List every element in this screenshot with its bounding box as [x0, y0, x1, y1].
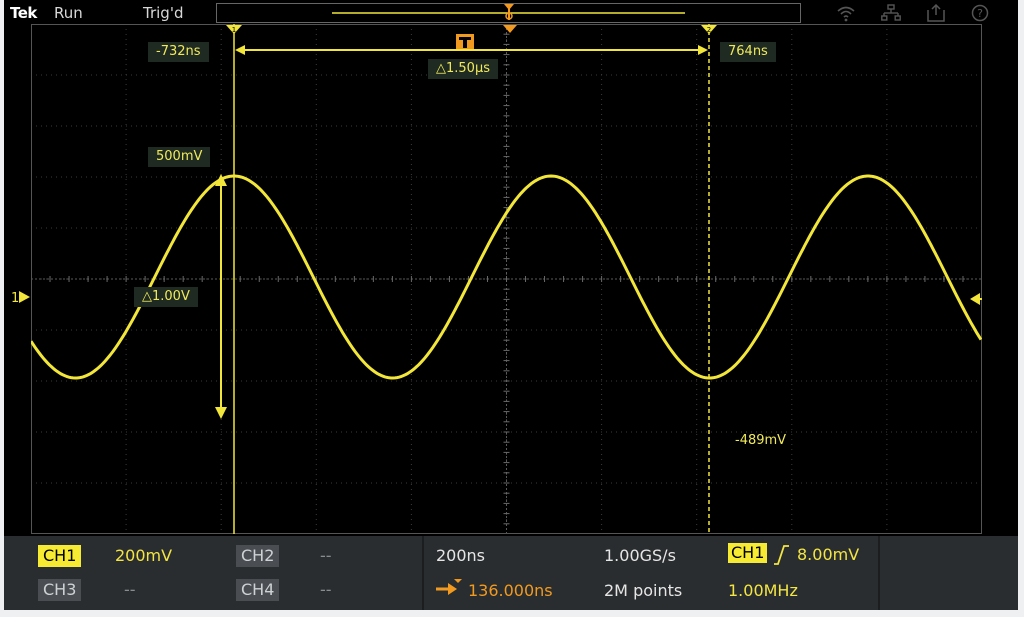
ch1-offset-marker[interactable]: 1 [7, 289, 31, 305]
ch3-badge[interactable]: CH3 [38, 579, 82, 601]
panel-divider [422, 536, 424, 610]
graticule[interactable]: 1 2 [31, 24, 982, 534]
horizontal-scale[interactable]: 200ns [436, 546, 485, 566]
wifi-icon[interactable] [836, 4, 856, 22]
help-icon[interactable]: ? [970, 4, 990, 22]
record-length[interactable]: 2M points [604, 581, 682, 601]
run-state[interactable]: Run [54, 0, 83, 26]
min-level-readout: -489mV [735, 433, 787, 448]
sample-rate[interactable]: 1.00GS/s [604, 546, 676, 566]
cursor1-time-readout: -732ns [148, 42, 209, 62]
trigger-time-icon [456, 34, 474, 49]
network-icon[interactable] [881, 4, 901, 22]
trigger-state: Trig'd [143, 4, 184, 22]
export-icon[interactable] [926, 4, 946, 22]
ch1-scale[interactable]: 200mV [115, 546, 172, 566]
panel-divider [878, 536, 880, 610]
delta-time-readout: △1.50µs [428, 59, 498, 79]
position-arrow-icon [436, 579, 462, 595]
horizontal-position[interactable]: 136.000ns [468, 581, 553, 601]
ch2-badge[interactable]: CH2 [236, 545, 280, 567]
trigger-level[interactable]: 8.00mV [797, 545, 859, 565]
delta-voltage-readout: △1.00V [134, 287, 198, 307]
trigger-position-icon [504, 4, 514, 20]
ch4-value: -- [320, 580, 332, 599]
trigger-point-marker [503, 25, 517, 33]
trigger-frequency: 1.00MHz [728, 581, 798, 600]
ch3-value: -- [124, 580, 136, 599]
top-level-readout: 500mV [148, 147, 211, 167]
ch2-value: -- [320, 546, 332, 565]
record-view-bar[interactable] [216, 3, 801, 23]
settings-panel: CH1 200mV CH2 -- CH3 -- CH4 -- 200ns 1.0… [4, 536, 1018, 610]
cursor1-number: 1 [232, 26, 236, 34]
rising-edge-icon [774, 545, 789, 565]
ch1-badge[interactable]: CH1 [38, 545, 82, 567]
grid-lines [31, 24, 982, 534]
cursor2-number: 2 [707, 26, 711, 34]
ch4-badge[interactable]: CH4 [236, 579, 280, 601]
trigger-source-badge[interactable]: CH1 [728, 543, 768, 563]
ch1-marker-number: 1 [11, 291, 19, 305]
cursor2-time-readout: 764ns [720, 42, 776, 62]
trigger-level-marker [970, 293, 982, 305]
brand-logo: Tek [10, 4, 37, 22]
svg-text:?: ? [977, 7, 983, 20]
oscilloscope-screen: Tek Run Trig'd ? 1 2 1 -732ns 764ns △1.5… [4, 0, 1018, 610]
